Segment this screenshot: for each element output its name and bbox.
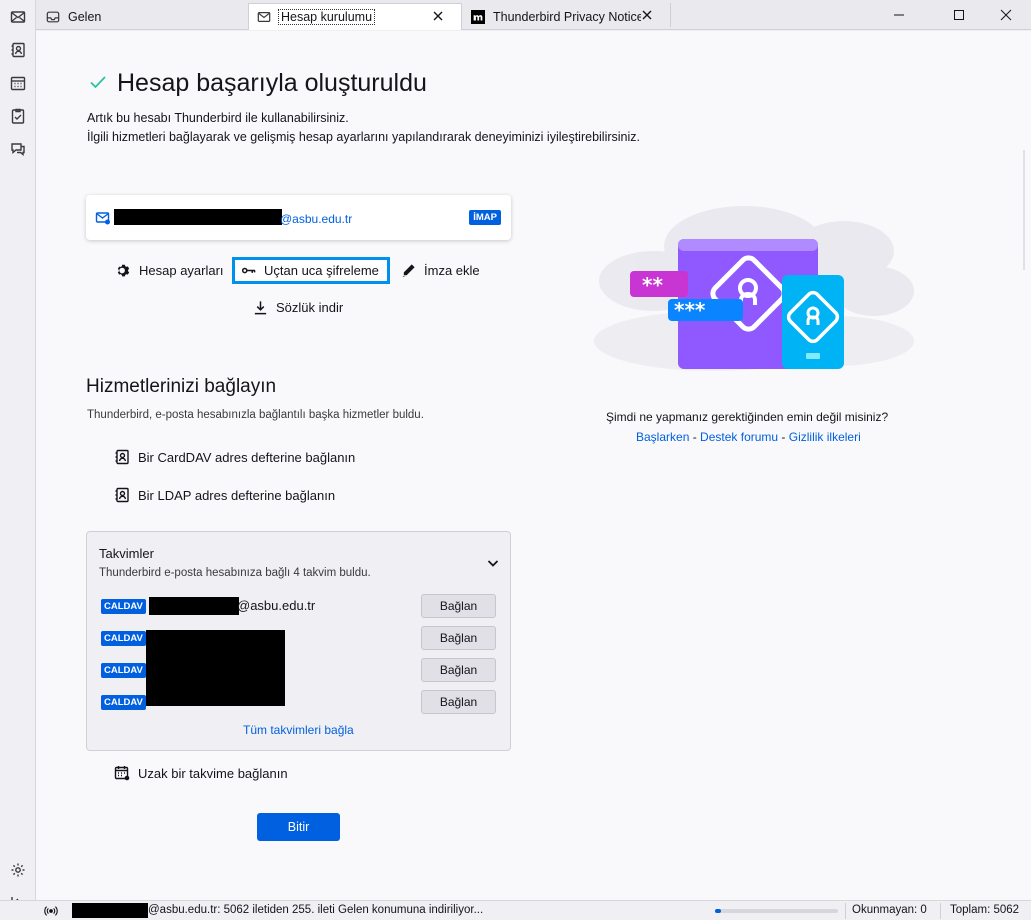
- help-question: Şimdi ne yapmanız gerektiğinden emin değ…: [606, 410, 889, 424]
- end-to-end-encryption-link[interactable]: Uçtan uca şifreleme: [232, 257, 390, 284]
- caldav-badge: CALDAV: [101, 695, 146, 710]
- add-signature-link[interactable]: İmza ekle: [401, 263, 480, 278]
- calendars-title: Takvimler: [99, 546, 154, 561]
- tab-label: Hesap kurulumu: [277, 9, 376, 25]
- tab-divider: [670, 3, 671, 27]
- mozilla-icon: [471, 9, 485, 24]
- redacted-calendar-names: [146, 630, 285, 706]
- account-card: @asbu.edu.tr İMAP: [86, 195, 511, 240]
- connect-calendar-button[interactable]: Bağlan: [421, 626, 496, 650]
- tab-label: Thunderbird Privacy Notice: [493, 9, 641, 24]
- gear-icon[interactable]: [6, 858, 30, 882]
- checkmark-icon: [89, 71, 113, 97]
- services-description: Thunderbird, e-posta hesabınızla bağlant…: [87, 409, 424, 421]
- link-separator: -: [778, 430, 789, 444]
- service-label: Bir CardDAV adres defterine bağlanın: [138, 449, 356, 465]
- tab-account-setup[interactable]: Hesap kurulumu: [248, 3, 462, 30]
- svg-text:**: **: [642, 273, 663, 297]
- address-book-space-icon[interactable]: [6, 38, 30, 62]
- chevron-down-icon[interactable]: [486, 556, 500, 570]
- intro-line-2: İlgili hizmetleri bağlayarak ve gelişmiş…: [87, 130, 641, 144]
- caldav-badge: CALDAV: [101, 599, 146, 614]
- minimize-button[interactable]: [876, 0, 922, 30]
- page-title: Hesap başarıyla oluşturuldu: [89, 69, 427, 98]
- download-icon: [254, 301, 267, 315]
- total-count: Toplam: 5062: [950, 904, 1020, 916]
- action-label: Hesap ayarları: [139, 263, 224, 278]
- progress-fill: [715, 909, 722, 913]
- calendars-description: Thunderbird e-posta hesabınıza bağlı 4 t…: [99, 567, 371, 579]
- link-separator: -: [689, 430, 701, 444]
- close-icon[interactable]: [640, 8, 654, 22]
- connect-calendar-button[interactable]: Bağlan: [421, 658, 496, 682]
- envelope-icon: [257, 12, 271, 22]
- tab-bar: Gelen Hesap kurulumu Thunderbird Privacy…: [36, 0, 1031, 30]
- gear-icon: [117, 264, 130, 277]
- scrollbar-track[interactable]: [1023, 150, 1025, 270]
- tasks-space-icon[interactable]: [6, 104, 30, 128]
- calendar-icon: [114, 766, 130, 781]
- pencil-icon: [402, 264, 415, 277]
- address-book-icon: [115, 449, 129, 465]
- redacted-username: [114, 209, 282, 225]
- service-label: Uzak bir takvime bağlanın: [138, 765, 288, 781]
- account-email: @asbu.edu.tr: [280, 212, 353, 226]
- download-progress: [715, 909, 838, 913]
- mail-space-icon[interactable]: [6, 5, 30, 29]
- getting-started-link[interactable]: Başlarken: [636, 430, 689, 444]
- security-illustration: *** **: [594, 206, 914, 371]
- close-icon: [1000, 9, 1012, 21]
- address-book-icon: [115, 487, 129, 503]
- finish-button[interactable]: Bitir: [257, 813, 340, 841]
- unread-count: Okunmayan: 0: [852, 904, 927, 916]
- close-window-button[interactable]: [983, 0, 1029, 30]
- action-label: Sözlük indir: [276, 300, 344, 315]
- carddav-link[interactable]: Bir CardDAV adres defterine bağlanın: [114, 449, 355, 465]
- connect-calendar-button[interactable]: Bağlan: [421, 594, 496, 618]
- minimize-icon: [894, 14, 904, 16]
- maximize-icon: [954, 10, 964, 20]
- calendar-space-icon[interactable]: [6, 71, 30, 95]
- imap-badge: İMAP: [469, 210, 501, 225]
- chat-space-icon[interactable]: [6, 137, 30, 161]
- ldap-link[interactable]: Bir LDAP adres defterine bağlanın: [114, 487, 335, 503]
- close-icon[interactable]: [431, 9, 445, 23]
- intro-line-1: Artık bu hesabı Thunderbird ile kullanab…: [87, 111, 349, 125]
- status-separator: [845, 903, 846, 919]
- tab-privacy-notice[interactable]: Thunderbird Privacy Notice: [463, 3, 670, 30]
- account-setup-page: Hesap başarıyla oluşturuldu Artık bu hes…: [36, 31, 1031, 900]
- calendar-email: @asbu.edu.tr: [237, 598, 316, 613]
- account-settings-link[interactable]: Hesap ayarları: [116, 263, 224, 278]
- privacy-policy-link[interactable]: Gizlilik ilkeleri: [789, 430, 861, 444]
- service-label: Bir LDAP adres defterine bağlanın: [138, 487, 336, 503]
- mail-account-icon: [95, 212, 110, 225]
- inbox-icon: [46, 11, 60, 22]
- status-separator: [940, 903, 941, 919]
- calendar-row: CALDAV @asbu.edu.tr Bağlan: [101, 594, 496, 618]
- services-heading: Hizmetlerinizi bağlayın: [86, 376, 277, 397]
- redacted-calendar-name: [149, 597, 239, 615]
- download-dictionary-link[interactable]: Sözlük indir: [253, 300, 343, 315]
- action-label: Uçtan uca şifreleme: [264, 263, 379, 278]
- tab-label: Gelen: [68, 9, 102, 24]
- help-links: Başlarken - Destek forumu - Gizlilik ilk…: [636, 430, 861, 444]
- calendars-panel: Takvimler Thunderbird e-posta hesabınıza…: [86, 531, 511, 751]
- maximize-button[interactable]: [936, 0, 982, 30]
- tab-inbox[interactable]: Gelen: [38, 3, 248, 30]
- key-icon: [241, 267, 256, 274]
- online-status-icon[interactable]: [44, 904, 58, 918]
- connect-calendar-button[interactable]: Bağlan: [421, 690, 496, 714]
- status-message: @asbu.edu.tr: 5062 iletiden 255. ileti G…: [148, 904, 484, 916]
- remote-calendar-link[interactable]: Uzak bir takvime bağlanın: [114, 765, 288, 781]
- action-label: İmza ekle: [424, 263, 480, 278]
- support-forum-link[interactable]: Destek forumu: [700, 430, 778, 444]
- spaces-toolbar: [0, 0, 36, 920]
- svg-text:***: ***: [674, 298, 706, 322]
- connect-all-calendars-link[interactable]: Tüm takvimleri bağla: [243, 723, 354, 737]
- caldav-badge: CALDAV: [101, 663, 146, 678]
- redacted-status-user: [72, 903, 148, 918]
- caldav-badge: CALDAV: [101, 631, 146, 646]
- title-text: Hesap başarıyla oluşturuldu: [117, 69, 427, 97]
- status-bar: @asbu.edu.tr: 5062 iletiden 255. ileti G…: [0, 900, 1031, 920]
